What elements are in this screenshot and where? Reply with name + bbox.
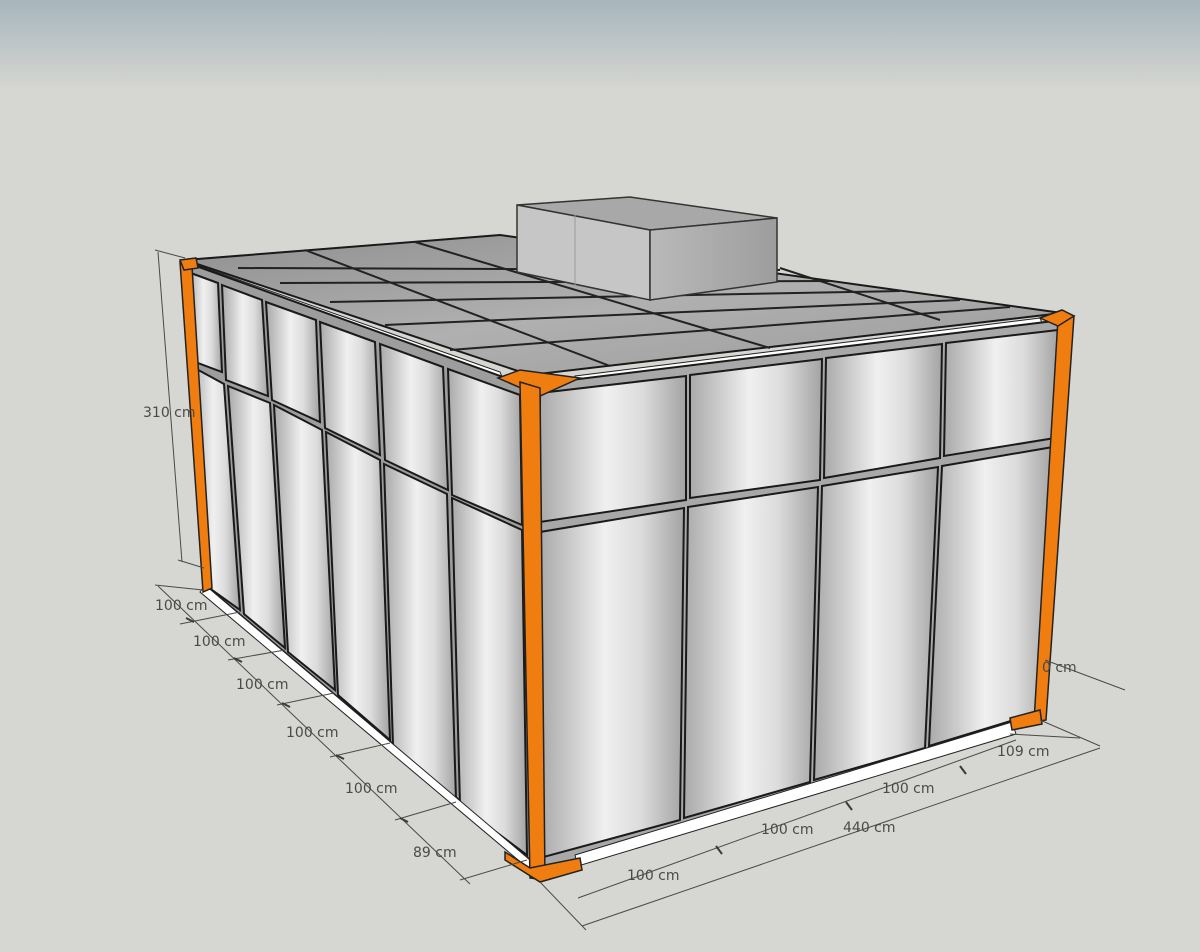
side-dim-3: 100 cm	[236, 677, 289, 693]
front-dim-4: 109 cm	[997, 744, 1050, 760]
side-dim-1: 100 cm	[155, 598, 208, 614]
cad-viewport[interactable]: 310 cm 100 cm 100 cm 100 cm 100 cm 100 c…	[0, 0, 1200, 952]
frame-corner-top-left	[178, 257, 199, 271]
front-total-dimension: 440 cm	[843, 820, 896, 836]
side-dim-4: 100 cm	[286, 725, 339, 741]
side-dim-5: 100 cm	[345, 781, 398, 797]
front-wall	[528, 318, 1064, 874]
partial-dimension-label: 0 cm	[1042, 660, 1077, 676]
height-dimension-label: 310 cm	[143, 405, 196, 421]
sky-background	[0, 0, 1200, 90]
side-dim-2: 100 cm	[193, 634, 246, 650]
front-dim-3: 100 cm	[882, 781, 935, 797]
side-dim-6: 89 cm	[413, 845, 457, 861]
front-dim-2: 100 cm	[761, 822, 814, 838]
front-dim-1: 100 cm	[627, 868, 680, 884]
